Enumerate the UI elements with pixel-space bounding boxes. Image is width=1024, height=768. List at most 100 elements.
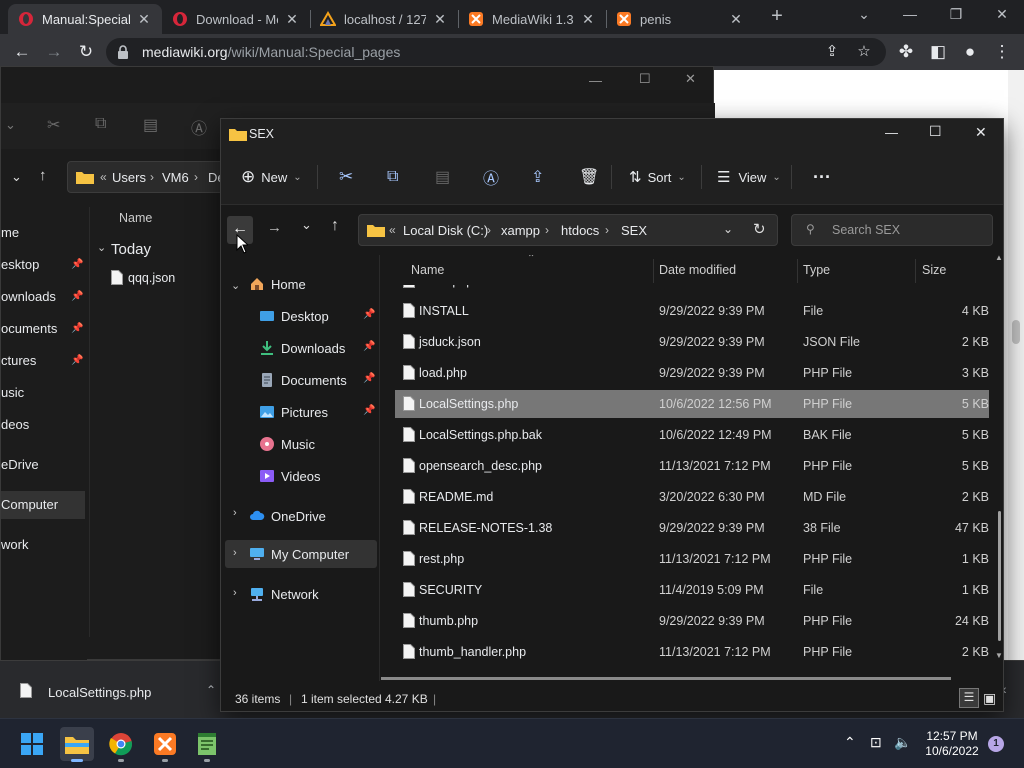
new-tab-button[interactable]: + <box>766 6 788 28</box>
tab-search-icon[interactable]: ⌄ <box>852 6 876 26</box>
nav-item-downloads[interactable]: ownloads <box>1 289 56 304</box>
breadcrumb-item[interactable]: SEX <box>621 223 647 238</box>
table-row[interactable]: RELEASE-NOTES-1.38 9/29/2022 9:39 PM 38 Fi… <box>395 514 989 542</box>
minimize-button[interactable]: — <box>589 73 602 88</box>
chevron-right-icon[interactable]: › <box>233 507 237 519</box>
nav-item-music[interactable]: usic <box>1 385 24 400</box>
nav-item-home[interactable]: me <box>1 225 19 240</box>
breadcrumb-item[interactable]: Local Disk (C:) <box>403 223 488 238</box>
scroll-down-icon[interactable]: ▼ <box>995 651 1003 660</box>
chevron-up-icon[interactable]: ⌃ <box>206 683 216 697</box>
rename-icon[interactable]: Ⓐ <box>483 163 499 191</box>
pin-icon[interactable]: 📌 <box>363 309 375 320</box>
table-row[interactable]: thumb.php 9/29/2022 9:39 PM PHP File 24 KB <box>395 607 989 635</box>
reload-icon[interactable]: ↻ <box>76 42 96 62</box>
forward-icon[interactable]: → <box>44 42 64 62</box>
back-icon[interactable]: ← <box>12 42 32 62</box>
nav-item-pictures[interactable]: ctures <box>1 353 36 368</box>
breadcrumb-item[interactable]: Users <box>112 170 146 185</box>
close-icon[interactable]: ✕ <box>136 11 152 28</box>
chevron-up-icon[interactable]: ⌃ <box>844 734 856 751</box>
side-panel-icon[interactable]: ◧ <box>928 42 948 62</box>
table-row[interactable]: jsduck.json 9/29/2022 9:39 PM JSON File 2 K… <box>395 328 989 356</box>
browser-tab[interactable]: MediaWiki 1.38. ✕ <box>458 4 606 34</box>
clock[interactable]: 12:57 PM 10/6/2022 <box>920 729 984 759</box>
nav-item-desktop[interactable]: esktop <box>1 257 39 272</box>
restore-button[interactable]: ❐ <box>944 6 968 26</box>
column-header-name[interactable]: Name <box>411 263 444 277</box>
copy-icon[interactable]: ⧉ <box>387 163 398 191</box>
browser-tab[interactable]: localhost / 127.0 ✕ <box>310 4 458 34</box>
breadcrumb-item[interactable]: xampp <box>501 223 540 238</box>
table-row[interactable]: opensearch_desc.php 11/13/2021 7:12 PM PHP… <box>395 452 989 480</box>
start-button[interactable] <box>15 727 49 761</box>
pin-icon[interactable]: 📌 <box>363 373 375 384</box>
minimize-button[interactable]: — <box>898 6 922 26</box>
nav-item-home[interactable]: Home <box>249 271 306 297</box>
nav-item-onedrive[interactable]: OneDrive <box>249 503 326 529</box>
profile-icon[interactable]: ● <box>960 42 980 62</box>
view-button[interactable]: ☰ View ⌄ <box>717 163 781 191</box>
column-header-type[interactable]: Type <box>803 263 830 277</box>
page-scrollbar[interactable] <box>1008 70 1024 660</box>
nav-item-documents[interactable]: Documents <box>259 367 347 393</box>
cut-icon[interactable]: ✂ <box>339 163 353 191</box>
tiles-view-icon[interactable]: ▣ <box>983 690 996 707</box>
address-bar[interactable]: « Users › VM6 › De <box>67 161 227 193</box>
chevron-down-icon[interactable]: ⌄ <box>97 241 106 254</box>
nav-item-my-computer[interactable]: Computer <box>1 497 58 512</box>
pin-icon[interactable]: 📌 <box>363 341 375 352</box>
new-button[interactable]: ⊕ New ⌄ <box>241 163 302 191</box>
table-row[interactable]: rest.php 11/13/2021 7:12 PM PHP File 1 KB <box>395 545 989 573</box>
nav-item-desktop[interactable]: Desktop <box>259 303 329 329</box>
nav-item-videos[interactable]: Videos <box>259 463 321 489</box>
nav-item-downloads[interactable]: Downloads <box>259 335 345 361</box>
refresh-icon[interactable]: ↻ <box>753 220 766 238</box>
nav-item-videos[interactable]: deos <box>1 417 29 432</box>
overflow-marker[interactable]: « <box>389 223 396 237</box>
address-bar[interactable]: mediawiki.org/wiki/Manual:Special_pages … <box>106 38 886 66</box>
file-name[interactable]: qqq.json <box>128 271 175 285</box>
nav-item-onedrive[interactable]: eDrive <box>1 457 39 472</box>
explorer-window[interactable]: SEX — ☐ ✕ ⊕ New ⌄ ✂ ⧉ ▤ Ⓐ ⇪ 🗑 ⇅ Sort ⌄ ☰… <box>220 118 1004 712</box>
details-view-icon[interactable]: ☰ <box>959 688 979 708</box>
scrollbar-thumb[interactable] <box>1012 320 1020 344</box>
forward-icon[interactable]: → <box>267 219 282 236</box>
sort-button[interactable]: ⇅ Sort ⌄ <box>629 163 686 191</box>
browser-tab[interactable]: Manual:Special p ✕ <box>8 4 162 34</box>
up-arrow-icon[interactable]: ↑ <box>331 217 339 235</box>
network-icon[interactable]: ⊡ <box>870 734 882 751</box>
notification-badge[interactable]: 1 <box>988 736 1004 752</box>
taskbar-app-file-explorer[interactable] <box>60 727 94 761</box>
table-row[interactable]: README.md 3/20/2022 6:30 PM MD File 2 KB <box>395 483 989 511</box>
browser-tab[interactable]: Download - Me ✕ <box>162 4 310 34</box>
close-window-button[interactable]: ✕ <box>990 6 1014 26</box>
address-bar[interactable]: « Local Disk (C:) › xampp › htdocs › SEX… <box>358 214 778 246</box>
group-header[interactable]: Today <box>111 241 151 258</box>
delete-icon[interactable]: 🗑 <box>579 163 599 191</box>
see-more-button[interactable]: ··· <box>813 163 831 191</box>
scrollbar-thumb[interactable] <box>998 511 1001 641</box>
column-header-size[interactable]: Size <box>922 263 946 277</box>
close-icon[interactable]: ✕ <box>728 11 744 28</box>
scroll-up-icon[interactable]: ▲ <box>995 253 1003 262</box>
column-header-name[interactable]: Name <box>119 211 152 225</box>
extensions-icon[interactable]: ✤ <box>896 42 916 62</box>
minimize-button[interactable]: — <box>885 125 898 140</box>
table-row[interactable]: thumb_handler.php 11/13/2021 7:12 PM PHP F… <box>395 638 989 666</box>
menu-icon[interactable]: ⋮ <box>992 42 1012 62</box>
up-arrow-icon[interactable]: ↑ <box>39 167 47 184</box>
chevron-right-icon[interactable]: › <box>233 587 237 599</box>
maximize-button[interactable]: ☐ <box>639 71 651 87</box>
nav-item-pictures[interactable]: Pictures <box>259 399 328 425</box>
chevron-right-icon[interactable]: › <box>233 547 237 559</box>
chevron-down-icon[interactable]: ⌄ <box>231 279 240 292</box>
nav-item-network[interactable]: Network <box>249 581 319 607</box>
download-filename[interactable]: LocalSettings.php <box>48 685 151 700</box>
maximize-button[interactable]: ☐ <box>929 123 942 140</box>
browser-tab[interactable]: penis ✕ <box>606 4 754 34</box>
chevron-down-icon[interactable]: ⌄ <box>723 222 733 236</box>
volume-icon[interactable]: 🔈 <box>894 734 911 751</box>
taskbar-app-notepad[interactable] <box>190 727 224 761</box>
pin-icon[interactable]: 📌 <box>363 405 375 416</box>
